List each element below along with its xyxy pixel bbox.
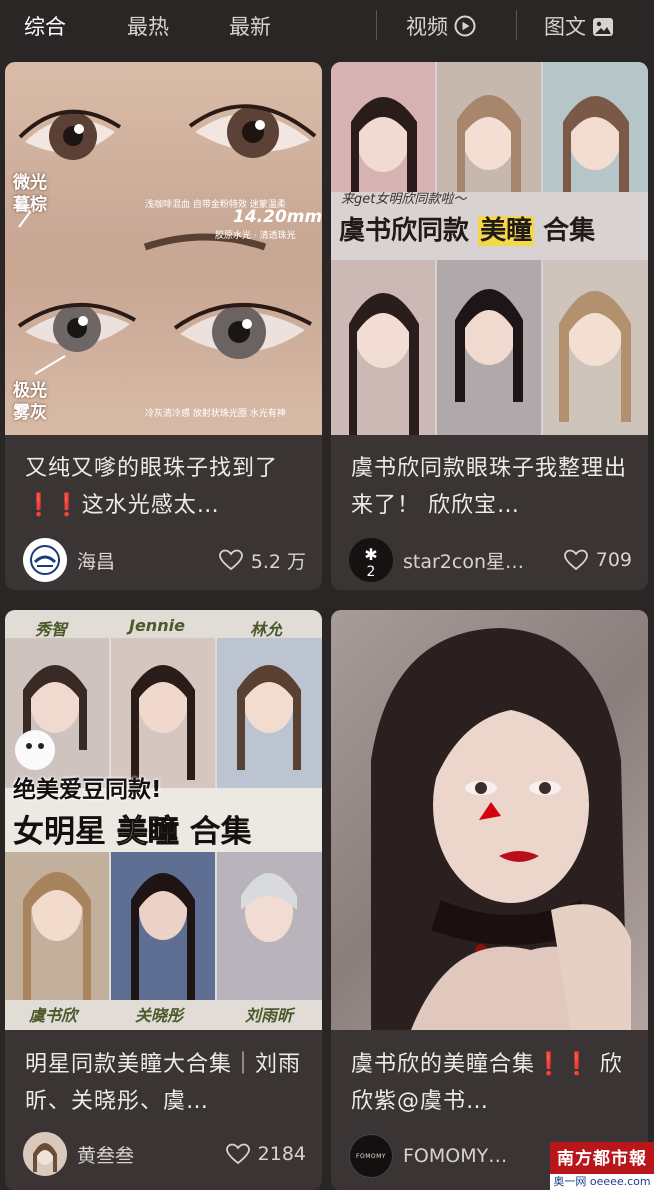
- filter-video-label: 视频: [406, 15, 448, 39]
- author-name[interactable]: FOMOMY…: [403, 1145, 552, 1167]
- post-card[interactable]: 秀智 Jennie 林允 绝美爱豆同款! 女明星 美瞳 合集 虞书欣 关晓彤 刘…: [5, 610, 322, 1190]
- watermark-url: 奥一网 oeeee.com: [550, 1174, 654, 1190]
- tab-newest[interactable]: 最新: [229, 11, 271, 41]
- filter-image-text[interactable]: 图文: [544, 11, 614, 42]
- banner-main-2: 合集: [543, 216, 596, 246]
- banner-small: 来get女明欣同款啦～: [341, 192, 467, 207]
- post-title[interactable]: 明星同款美瞳大合集｜刘雨昕、关晓彤、虞…: [25, 1046, 306, 1120]
- avatar-logo-text: FOMOMY: [356, 1152, 386, 1160]
- like-count: 5.2 万: [250, 550, 306, 573]
- top-tab-bar: 综合 最热 最新 视频 图文: [0, 0, 654, 52]
- post-card[interactable]: 来get女明欣同款啦～ 虞书欣同款 美瞳 合集 虞书欣同款眼珠子我整理出来了！ …: [331, 62, 648, 590]
- star-name: 林允: [250, 620, 283, 639]
- post-cover-image[interactable]: [331, 610, 648, 1030]
- post-meta: 海昌 5.2 万: [23, 538, 306, 582]
- like-button[interactable]: 709: [563, 549, 632, 571]
- like-count: 2184: [257, 1143, 306, 1165]
- filter-image-text-label: 图文: [544, 15, 586, 39]
- tags-mid: 胶原水光 · 清透珠光: [215, 231, 296, 241]
- tags-bottom: 冷灰清冷感 放射状珠光圈 水光有神: [145, 409, 286, 419]
- star-name: 秀智: [35, 620, 68, 639]
- like-count: 709: [595, 549, 632, 571]
- tab-divider: [376, 10, 377, 40]
- lens-label-top: 微光暮棕: [13, 173, 47, 215]
- post-title[interactable]: 虞书欣同款眼珠子我整理出来了！ 欣欣宝…: [351, 450, 632, 524]
- star-name: Jennie: [129, 616, 185, 635]
- tab-comprehensive[interactable]: 综合: [24, 11, 66, 41]
- image-icon: [592, 17, 614, 42]
- tab-hottest[interactable]: 最热: [127, 11, 169, 41]
- star-name: 刘雨昕: [245, 1006, 294, 1025]
- author-name[interactable]: 海昌: [77, 547, 219, 574]
- author-name[interactable]: 黄叁叁: [77, 1141, 226, 1168]
- newspaper-watermark: 南方都市報 奥一网 oeeee.com: [550, 1142, 654, 1190]
- lens-size: 14.20mm: [233, 207, 322, 227]
- post-card[interactable]: 虞书欣的美瞳合集❗❗ 欣欣紫@虞书… FOMOMY FOMOMY… 1455: [331, 610, 648, 1190]
- avatar[interactable]: [23, 1132, 67, 1176]
- heart-icon: [225, 1143, 250, 1165]
- post-meta: ✱ 2 star2con星… 709: [349, 538, 632, 582]
- avatar[interactable]: [23, 538, 67, 582]
- star-name: 虞书欣: [29, 1006, 78, 1025]
- banner-highlight: 美瞳: [478, 216, 535, 246]
- avatar[interactable]: FOMOMY: [349, 1134, 393, 1178]
- like-button[interactable]: 2184: [225, 1143, 306, 1165]
- headline-1: 绝美爱豆同款!: [13, 777, 162, 803]
- post-title[interactable]: 又纯又嗲的眼珠子找到了❗❗这水光感太…: [25, 450, 306, 524]
- svg-text:✱: ✱: [364, 545, 377, 564]
- like-button[interactable]: 5.2 万: [218, 547, 306, 574]
- post-cover-image[interactable]: 来get女明欣同款啦～ 虞书欣同款 美瞳 合集: [331, 62, 648, 435]
- post-cover-image[interactable]: 微光暮棕 极光雾灰 浅咖啡混血 自带金粉特效 迷蒙温柔 14.20mm 胶原水光…: [5, 62, 322, 435]
- headline-2a: 女明星: [13, 814, 106, 850]
- post-card[interactable]: 微光暮棕 极光雾灰 浅咖啡混血 自带金粉特效 迷蒙温柔 14.20mm 胶原水光…: [5, 62, 322, 590]
- lens-label-bottom: 极光雾灰: [13, 381, 47, 423]
- author-name[interactable]: star2con星…: [403, 547, 564, 574]
- star-name: 关晓彤: [135, 1006, 184, 1025]
- heart-icon: [563, 549, 588, 571]
- post-meta: 黄叁叁 2184: [23, 1132, 306, 1176]
- tab-divider: [516, 10, 517, 40]
- headline-2b: 美瞳: [116, 814, 179, 851]
- filter-video[interactable]: 视频: [406, 11, 476, 42]
- post-title[interactable]: 虞书欣的美瞳合集❗❗ 欣欣紫@虞书…: [351, 1046, 632, 1120]
- svg-text:2: 2: [367, 564, 376, 580]
- headline-2c: 合集: [189, 814, 252, 850]
- post-cover-image[interactable]: 秀智 Jennie 林允 绝美爱豆同款! 女明星 美瞳 合集 虞书欣 关晓彤 刘…: [5, 610, 322, 1030]
- heart-icon: [218, 549, 243, 571]
- banner-main-1: 虞书欣同款: [339, 216, 470, 246]
- play-circle-icon: [454, 15, 476, 42]
- watermark-title: 南方都市報: [557, 1149, 647, 1169]
- avatar[interactable]: ✱ 2: [349, 538, 393, 582]
